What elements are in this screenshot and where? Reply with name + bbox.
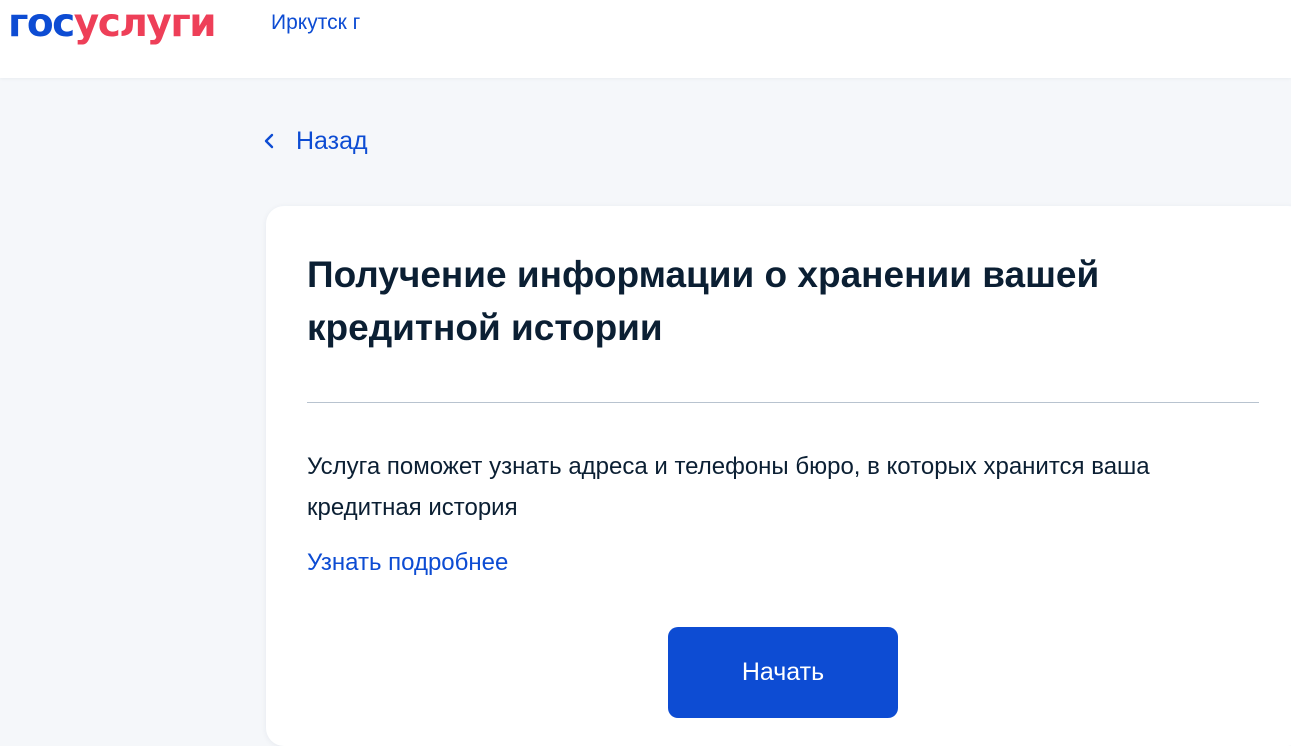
site-header: госуслуги Иркутск г (0, 0, 1291, 78)
start-button[interactable]: Начать (668, 627, 898, 718)
chevron-left-icon (262, 130, 276, 152)
service-description: Услуга поможет узнать адреса и телефоны … (307, 453, 1150, 521)
back-link-label: Назад (296, 127, 368, 155)
gosuslugi-logo[interactable]: госуслуги (8, 0, 217, 48)
divider (307, 402, 1259, 403)
logo-part-uslugi: услуги (73, 1, 217, 46)
logo-part-gos: гос (8, 1, 75, 46)
learn-more-link[interactable]: Узнать подробнее (307, 545, 508, 581)
city-selector[interactable]: Иркутск г (271, 9, 360, 37)
service-card: Получение информации о хранении вашей кр… (266, 206, 1291, 746)
back-link[interactable]: Назад (262, 124, 368, 158)
page-title: Получение информации о хранении вашей кр… (307, 254, 1100, 348)
